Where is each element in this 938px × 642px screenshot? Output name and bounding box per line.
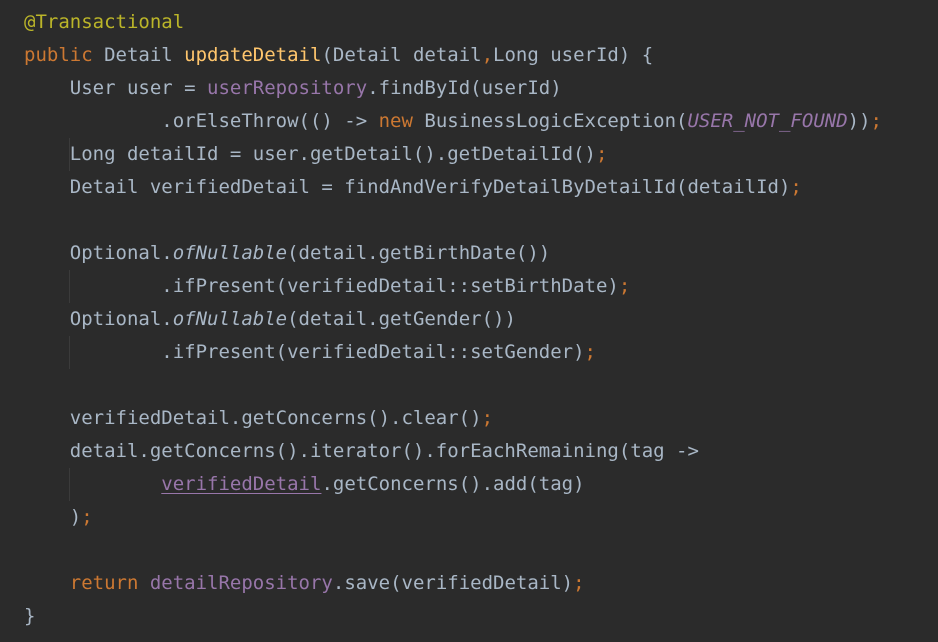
code-token: ofNullable <box>172 242 288 264</box>
code-token: ofNullable <box>172 308 288 330</box>
code-token: .save(verifiedDetail) <box>332 572 574 594</box>
code-token: (detail.getGender()) <box>287 308 516 330</box>
code-token: .getConcerns().add(tag) <box>321 473 585 495</box>
code-token: ) <box>24 506 82 528</box>
code-line[interactable]: Optional.ofNullable(detail.getBirthDate(… <box>24 237 550 270</box>
code-line[interactable]: detail.getConcerns().iterator().forEachR… <box>24 435 699 468</box>
code-line[interactable]: @Transactional <box>24 6 184 39</box>
code-token: Detail verifiedDetail = findAndVerifyDet… <box>24 176 791 198</box>
code-token: Optional. <box>24 308 173 330</box>
code-token: User user = <box>24 77 208 99</box>
code-token: Detail <box>104 44 185 66</box>
code-line[interactable]: verifiedDetail.getConcerns().add(tag) <box>24 468 585 501</box>
code-token: verifiedDetail <box>161 473 322 495</box>
code-token: ; <box>595 143 608 165</box>
code-token: userRepository <box>207 77 368 99</box>
code-token: ; <box>870 110 882 132</box>
code-token: Long userId) { <box>493 44 654 66</box>
code-token: } <box>24 605 36 627</box>
code-token: detailRepository <box>149 572 333 594</box>
code-token: ; <box>584 341 596 363</box>
code-editor[interactable]: @Transactional public Detail updateDetail… <box>0 0 938 642</box>
code-token: BusinessLogicException( <box>424 110 688 132</box>
code-token: updateDetail <box>184 44 322 66</box>
code-token: .findById(userId) <box>367 77 562 99</box>
code-token: Optional. <box>24 242 173 264</box>
code-token: , <box>481 44 494 66</box>
code-line[interactable]: User user = userRepository.findById(user… <box>24 72 562 105</box>
code-token: new <box>378 110 425 132</box>
code-token: USER_NOT_FOUND <box>687 110 848 132</box>
code-token: .ifPresent(verifiedDetail::setGender) <box>24 341 585 363</box>
code-line[interactable]: .orElseThrow(() -> new BusinessLogicExce… <box>24 105 882 138</box>
code-token: .orElseThrow(() -> <box>24 110 379 132</box>
code-line[interactable]: public Detail updateDetail(Detail detail… <box>24 39 653 72</box>
code-token: Long detailId = user.getDetail().getDeta… <box>24 143 596 165</box>
code-line[interactable]: Long detailId = user.getDetail().getDeta… <box>24 138 608 171</box>
code-token: .ifPresent(verifiedDetail::setBirthDate) <box>24 275 619 297</box>
code-line[interactable]: } <box>24 600 35 633</box>
code-token: (detail.getBirthDate()) <box>287 242 551 264</box>
code-line[interactable]: .ifPresent(verifiedDetail::setGender); <box>24 336 596 369</box>
code-line[interactable]: .ifPresent(verifiedDetail::setBirthDate)… <box>24 270 630 303</box>
code-token: ; <box>481 407 494 429</box>
code-token: detail.getConcerns().iterator().forEachR… <box>24 440 699 462</box>
code-line[interactable]: Optional.ofNullable(detail.getGender()) <box>24 303 516 336</box>
code-token: public <box>24 44 105 66</box>
code-token: )) <box>847 110 871 132</box>
code-token: ; <box>81 506 93 528</box>
code-token: @Transactional <box>24 11 185 33</box>
code-token: ; <box>618 275 631 297</box>
code-token: return <box>69 572 150 594</box>
code-token: ; <box>573 572 585 594</box>
code-token: ; <box>790 176 802 198</box>
code-line[interactable]: ); <box>24 501 93 534</box>
code-token: verifiedDetail.getConcerns().clear() <box>24 407 482 429</box>
code-token: (Detail detail <box>321 44 482 66</box>
code-line[interactable]: verifiedDetail.getConcerns().clear(); <box>24 402 493 435</box>
code-line[interactable]: Detail verifiedDetail = findAndVerifyDet… <box>24 171 802 204</box>
code-line[interactable]: return detailRepository.save(verifiedDet… <box>24 567 585 600</box>
